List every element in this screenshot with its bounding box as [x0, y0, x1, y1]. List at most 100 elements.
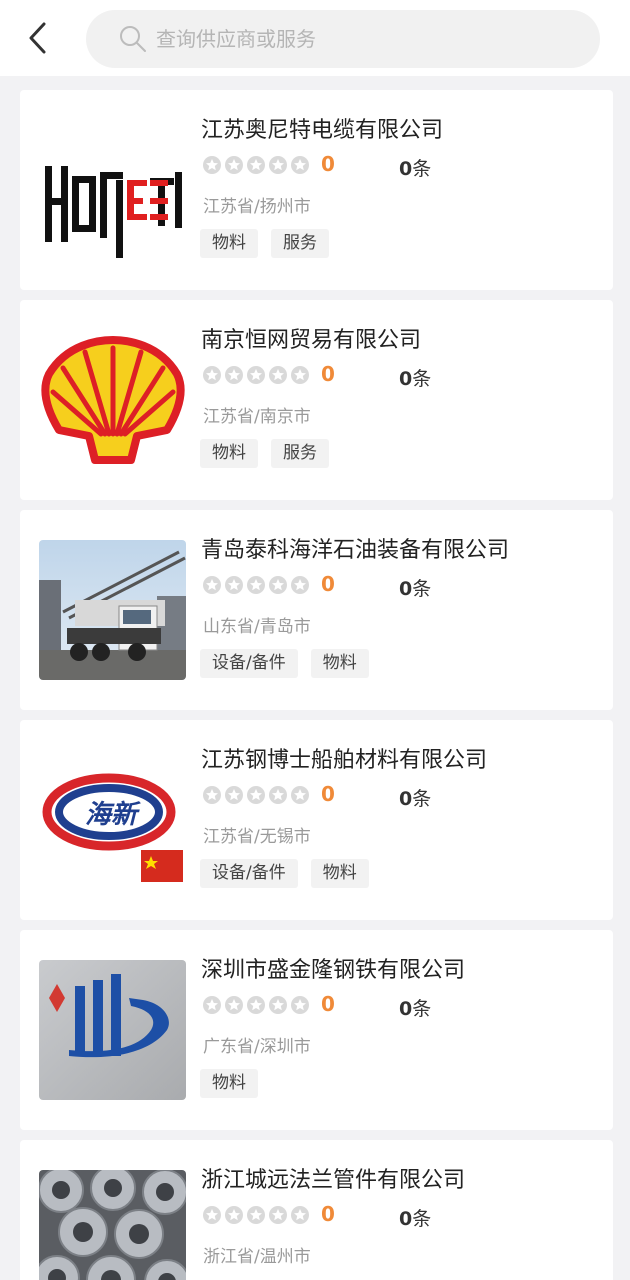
rating-score: 0: [321, 992, 335, 1016]
supplier-card[interactable]: 海新 江苏钢博士船舶材料有限公司 0 0条 江苏省/无锡市 设备/备件 物料: [20, 720, 613, 920]
record-count-value: 0: [399, 368, 413, 390]
rating-score: 0: [321, 152, 335, 176]
record-count: 0条: [399, 784, 431, 811]
record-count-value: 0: [399, 1208, 413, 1230]
star-icon: [225, 1206, 243, 1224]
supplier-name: 江苏奥尼特电缆有限公司: [201, 118, 444, 143]
record-count: 0条: [399, 154, 431, 181]
star-icon: [225, 366, 243, 384]
supplier-card[interactable]: 南京恒网贸易有限公司 0 0条 江苏省/南京市 物料 服务: [20, 300, 613, 500]
star-icon: [269, 1206, 287, 1224]
star-icon: [247, 1206, 265, 1224]
star-icon: [225, 156, 243, 174]
record-count-unit: 条: [412, 158, 432, 180]
star-icon: [247, 366, 265, 384]
rating-score: 0: [321, 362, 335, 386]
record-count-unit: 条: [412, 578, 432, 600]
record-count-value: 0: [399, 578, 413, 600]
rating-score: 0: [321, 572, 335, 596]
top-bar: [0, 0, 630, 76]
search-input[interactable]: [156, 27, 576, 51]
supplier-region: 山东省/青岛市: [203, 617, 311, 637]
star-icon: [269, 156, 287, 174]
star-icon: [269, 366, 287, 384]
record-count-unit: 条: [412, 1208, 432, 1230]
tag-list: 设备/备件 物料: [200, 859, 382, 888]
supplier-region: 江苏省/南京市: [203, 407, 311, 427]
star-icon: [291, 156, 309, 174]
star-icon: [291, 576, 309, 594]
star-icon: [203, 1206, 221, 1224]
category-tag: 物料: [310, 859, 369, 888]
record-count-unit: 条: [412, 788, 432, 810]
supplier-logo: [39, 540, 186, 680]
supplier-card[interactable]: 青岛泰科海洋石油装备有限公司 0 0条 山东省/青岛市 设备/备件 物料: [20, 510, 613, 710]
supplier-logo: [39, 1170, 186, 1280]
category-tag: 物料: [200, 1069, 258, 1098]
rating-score: 0: [321, 1202, 335, 1226]
category-tag: 物料: [310, 649, 369, 678]
supplier-name: 浙江城远法兰管件有限公司: [201, 1168, 466, 1193]
star-icon: [203, 786, 221, 804]
supplier-region: 江苏省/无锡市: [203, 827, 311, 847]
supplier-region: 浙江省/温州市: [203, 1247, 311, 1267]
star-icon: [247, 996, 265, 1014]
record-count-value: 0: [399, 158, 413, 180]
record-count: 0条: [399, 1204, 431, 1231]
back-chevron-icon[interactable]: [22, 18, 58, 58]
category-tag: 设备/备件: [200, 859, 298, 888]
star-icon: [269, 996, 287, 1014]
category-tag: 设备/备件: [200, 649, 298, 678]
rating-stars: [203, 156, 313, 174]
category-tag: 物料: [200, 439, 258, 468]
record-count-value: 0: [399, 998, 413, 1020]
supplier-logo: [39, 330, 186, 470]
rating-score: 0: [321, 782, 335, 806]
tag-list: 物料 服务: [200, 439, 342, 468]
supplier-card[interactable]: 江苏奥尼特电缆有限公司 0 0条 江苏省/扬州市 物料 服务: [20, 90, 613, 290]
star-icon: [247, 156, 265, 174]
star-icon: [291, 996, 309, 1014]
star-icon: [269, 786, 287, 804]
logo-text: 海新: [85, 800, 141, 830]
record-count-value: 0: [399, 788, 413, 810]
star-icon: [269, 576, 287, 594]
record-count: 0条: [399, 364, 431, 391]
rating-stars: [203, 786, 313, 804]
supplier-region: 江苏省/扬州市: [203, 197, 311, 217]
category-tag: 物料: [200, 229, 258, 258]
star-icon: [291, 366, 309, 384]
record-count: 0条: [399, 574, 431, 601]
star-icon: [203, 366, 221, 384]
record-count-unit: 条: [412, 998, 432, 1020]
tag-list: 物料: [200, 1069, 271, 1098]
star-icon: [203, 576, 221, 594]
supplier-card[interactable]: 浙江城远法兰管件有限公司 0 0条 浙江省/温州市: [20, 1140, 613, 1280]
tag-list: 设备/备件 物料: [200, 649, 382, 678]
rating-stars: [203, 1206, 313, 1224]
star-icon: [247, 576, 265, 594]
star-icon: [203, 156, 221, 174]
star-icon: [225, 576, 243, 594]
supplier-name: 深圳市盛金隆钢铁有限公司: [201, 958, 466, 983]
category-tag: 服务: [271, 439, 329, 468]
supplier-logo: [39, 120, 186, 260]
star-icon: [225, 996, 243, 1014]
rating-stars: [203, 366, 313, 384]
supplier-card[interactable]: 深圳市盛金隆钢铁有限公司 0 0条 广东省/深圳市 物料: [20, 930, 613, 1130]
supplier-region: 广东省/深圳市: [203, 1037, 311, 1057]
category-tag: 服务: [271, 229, 329, 258]
supplier-logo: 海新: [39, 750, 186, 890]
tag-list: 物料 服务: [200, 229, 342, 258]
star-icon: [247, 786, 265, 804]
record-count: 0条: [399, 994, 431, 1021]
search-icon: [120, 26, 146, 52]
rating-stars: [203, 576, 313, 594]
supplier-name: 青岛泰科海洋石油装备有限公司: [201, 538, 510, 563]
search-bar[interactable]: [86, 10, 600, 68]
rating-stars: [203, 996, 313, 1014]
star-icon: [225, 786, 243, 804]
star-icon: [203, 996, 221, 1014]
supplier-name: 江苏钢博士船舶材料有限公司: [201, 748, 488, 773]
supplier-name: 南京恒网贸易有限公司: [201, 328, 422, 353]
